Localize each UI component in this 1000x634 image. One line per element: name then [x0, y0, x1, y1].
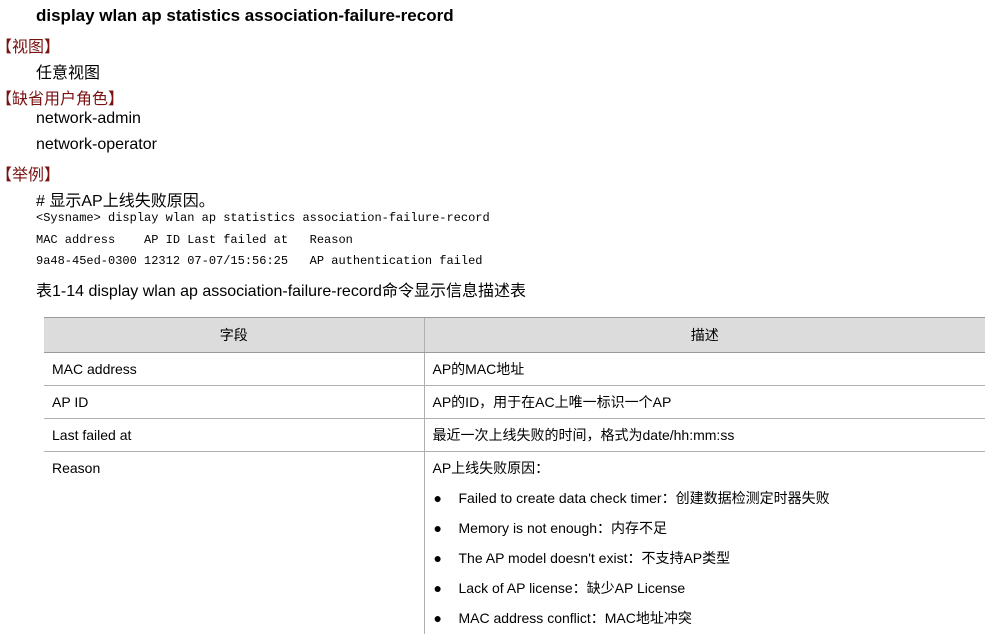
table-row: MAC address AP的MAC地址	[44, 353, 985, 386]
description-cell: AP的MAC地址	[424, 353, 985, 386]
reason-list: ● Failed to create data check timer：创建数据检…	[433, 490, 978, 626]
field-description-table: 字段 描述 MAC address AP的MAC地址 AP ID AP的ID，用…	[44, 317, 985, 634]
header-field: 字段	[44, 318, 424, 353]
list-item-text: Memory is not enough：内存不足	[459, 520, 668, 536]
bullet-icon: ●	[434, 490, 442, 506]
header-description: 描述	[424, 318, 985, 353]
field-cell: MAC address	[44, 353, 424, 386]
code-line-command: <Sysname> display wlan ap statistics ass…	[36, 211, 490, 225]
list-item-text: MAC address conflict：MAC地址冲突	[459, 610, 692, 626]
code-line-header: MAC address AP ID Last failed at Reason	[36, 233, 353, 247]
list-item-text: Failed to create data check timer：创建数据检测…	[459, 490, 830, 506]
field-cell: Reason	[44, 452, 424, 634]
example-section-label: 【举例】	[0, 161, 60, 185]
role-network-operator: network-operator	[36, 136, 157, 154]
table-caption: 表1-14 display wlan ap association-failur…	[36, 277, 526, 301]
table-row-reason: Reason AP上线失败原因： ● Failed to create data …	[44, 452, 985, 634]
table-row: Last failed at 最近一次上线失败的时间，格式为date/hh:mm…	[44, 419, 985, 452]
list-item: ● Failed to create data check timer：创建数据检…	[433, 490, 978, 506]
view-section-label: 【视图】	[0, 33, 60, 57]
default-role-section-label: 【缺省用户角色】	[0, 85, 124, 109]
bullet-icon: ●	[434, 580, 442, 596]
list-item: ● Memory is not enough：内存不足	[433, 520, 978, 536]
description-cell: AP的ID，用于在AC上唯一标识一个AP	[424, 386, 985, 419]
list-item: ● The AP model doesn't exist：不支持AP类型	[433, 550, 978, 566]
list-item-text: Lack of AP license：缺少AP License	[459, 580, 686, 596]
table-header-row: 字段 描述	[44, 318, 985, 353]
example-comment: # 显示AP上线失败原因。	[36, 187, 215, 211]
list-item-text: The AP model doesn't exist：不支持AP类型	[459, 550, 731, 566]
view-value: 任意视图	[36, 59, 100, 83]
bullet-icon: ●	[434, 610, 442, 626]
bullet-icon: ●	[434, 520, 442, 536]
list-item: ● MAC address conflict：MAC地址冲突	[433, 610, 978, 626]
description-cell: 最近一次上线失败的时间，格式为date/hh:mm:ss	[424, 419, 985, 452]
field-cell: Last failed at	[44, 419, 424, 452]
code-line-record: 9a48-45ed-0300 12312 07-07/15:56:25 AP a…	[36, 254, 482, 268]
reason-intro: AP上线失败原因：	[433, 460, 978, 476]
command-title: display wlan ap statistics association-f…	[36, 6, 454, 26]
bullet-icon: ●	[434, 550, 442, 566]
role-network-admin: network-admin	[36, 110, 141, 128]
field-cell: AP ID	[44, 386, 424, 419]
description-cell: AP上线失败原因： ● Failed to create data check t…	[424, 452, 985, 634]
list-item: ● Lack of AP license：缺少AP License	[433, 580, 978, 596]
table-row: AP ID AP的ID，用于在AC上唯一标识一个AP	[44, 386, 985, 419]
